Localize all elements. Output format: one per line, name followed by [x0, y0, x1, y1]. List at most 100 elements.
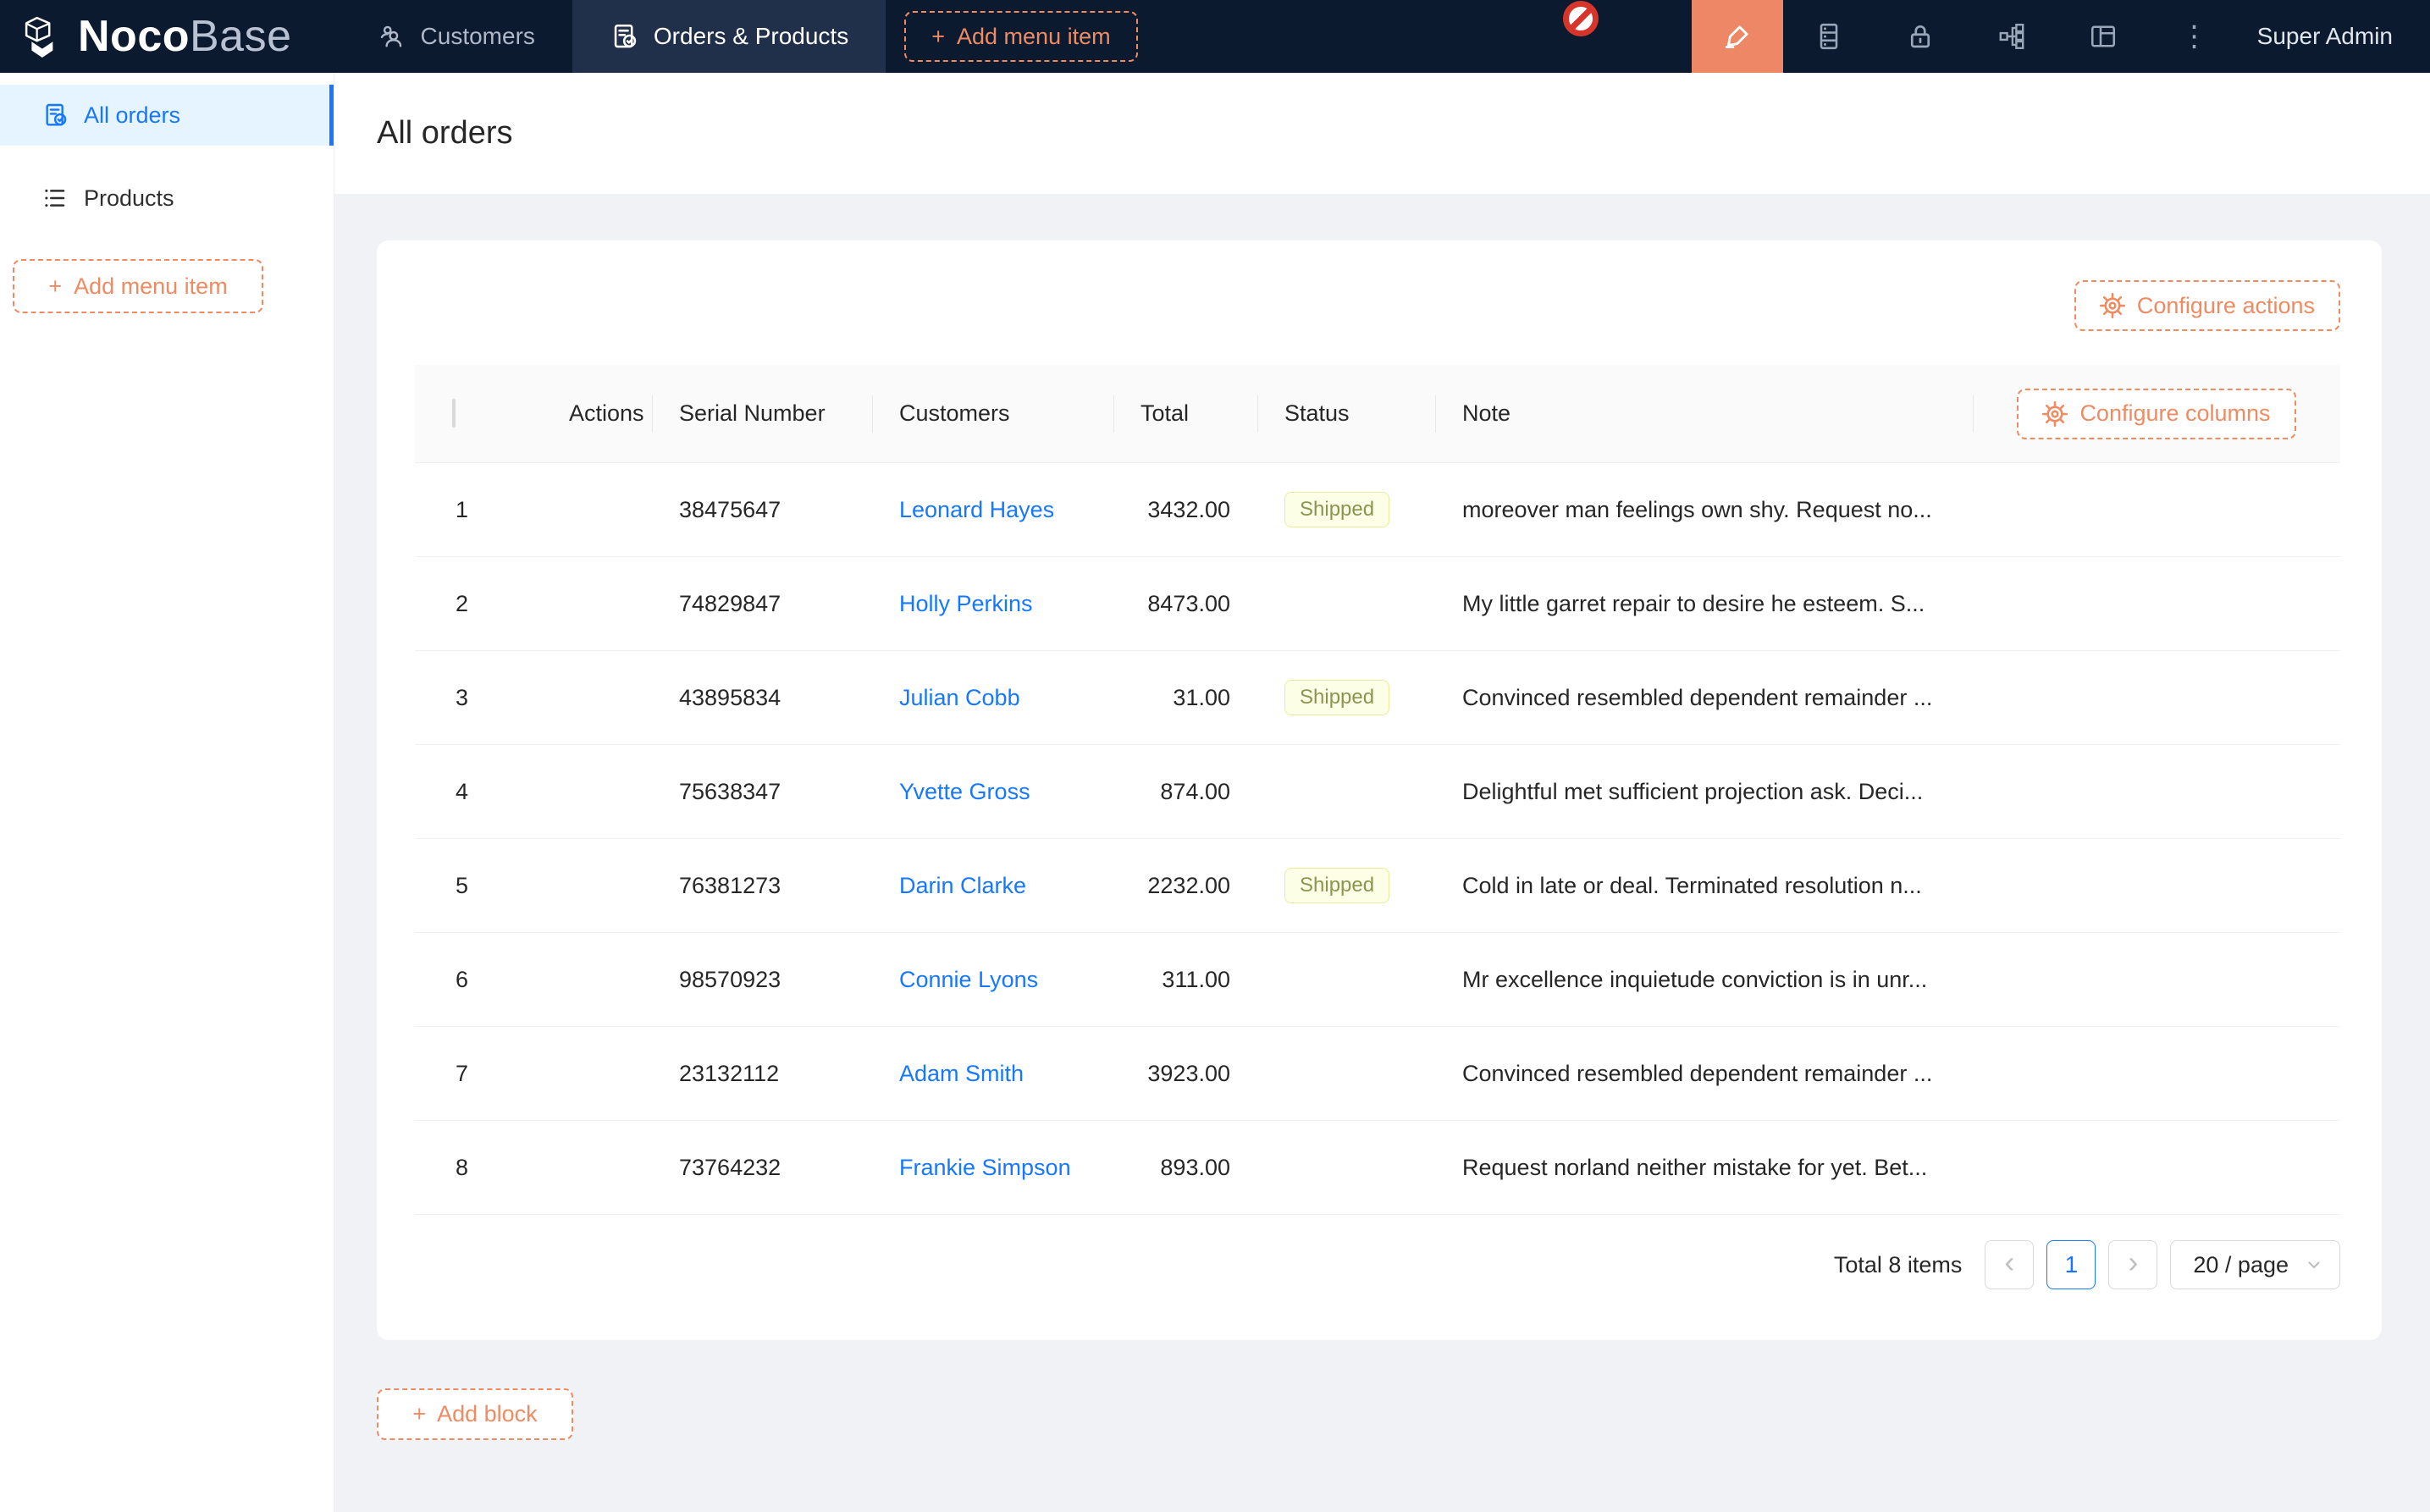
- topbar-menu: Customers Orders & Products: [340, 0, 886, 73]
- row-customer-cell: Yvette Gross: [872, 779, 1113, 805]
- select-all-checkbox[interactable]: [452, 399, 456, 428]
- chevron-right-icon: ›: [2128, 1247, 2138, 1277]
- row-serial-number: 38475647: [652, 497, 872, 523]
- topbar-add-menu-item-button[interactable]: + Add menu item: [904, 11, 1137, 62]
- status-badge: Shipped: [1284, 868, 1389, 904]
- customer-link[interactable]: Darin Clarke: [899, 873, 1026, 898]
- tab-orders-products[interactable]: Orders & Products: [572, 0, 886, 73]
- row-customer-cell: Connie Lyons: [872, 967, 1113, 993]
- page-size-select[interactable]: 20 / page: [2170, 1240, 2340, 1289]
- sidebar-item-label: All orders: [84, 102, 180, 129]
- table-row: 1 38475647 Leonard Hayes 3432.00 Shipped…: [415, 463, 2340, 557]
- sidebar-item-products[interactable]: Products: [0, 170, 334, 226]
- row-index: 2: [415, 591, 542, 617]
- nocobase-logo[interactable]: NocoBase: [0, 0, 292, 73]
- row-serial-number: 43895834: [652, 685, 872, 711]
- row-note: Convinced resembled dependent remainder …: [1435, 685, 1973, 711]
- file-done-icon: [610, 22, 638, 51]
- gear-icon: [2100, 293, 2125, 318]
- row-note: Mr excellence inquietude conviction is i…: [1435, 967, 1973, 993]
- team-icon: [377, 22, 406, 51]
- row-total: 31.00: [1113, 685, 1257, 711]
- row-index: 3: [415, 685, 542, 711]
- pagination-prev-button[interactable]: ‹: [1985, 1240, 2034, 1289]
- row-total: 3432.00: [1113, 497, 1257, 523]
- header-settings-cell: Configure columns: [1973, 389, 2340, 439]
- row-total: 8473.00: [1113, 591, 1257, 617]
- row-status-cell: Shipped: [1257, 680, 1435, 716]
- pagination-page-1[interactable]: 1: [2046, 1240, 2096, 1289]
- row-total: 2232.00: [1113, 873, 1257, 899]
- layout-icon[interactable]: [2057, 0, 2149, 73]
- customer-link[interactable]: Leonard Hayes: [899, 497, 1054, 522]
- column-header-customers: Customers: [872, 400, 1113, 427]
- column-header-total: Total: [1113, 400, 1257, 427]
- main-area: All orders Configure actions: [334, 73, 2430, 1512]
- file-done-icon: [41, 102, 69, 129]
- tab-label: Orders & Products: [654, 23, 848, 50]
- column-header-status: Status: [1257, 400, 1435, 427]
- customer-link[interactable]: Frankie Simpson: [899, 1155, 1071, 1180]
- row-total: 311.00: [1113, 967, 1257, 993]
- ui-editor-icon[interactable]: [1692, 0, 1783, 73]
- page-header: All orders: [334, 73, 2430, 194]
- row-customer-cell: Leonard Hayes: [872, 497, 1113, 523]
- row-note: Convinced resembled dependent remainder …: [1435, 1061, 1973, 1087]
- configure-columns-button[interactable]: Configure columns: [2017, 389, 2295, 439]
- column-header-actions: Actions: [542, 400, 652, 427]
- tab-label: Customers: [421, 23, 535, 50]
- row-serial-number: 23132112: [652, 1061, 872, 1087]
- add-block-button[interactable]: + Add block: [377, 1388, 573, 1440]
- status-badge: Shipped: [1284, 680, 1389, 716]
- customer-link[interactable]: Holly Perkins: [899, 591, 1033, 616]
- more-icon[interactable]: ⋮: [2149, 0, 2240, 73]
- row-index: 6: [415, 967, 542, 993]
- table-row: 6 98570923 Connie Lyons 311.00 Mr excell…: [415, 933, 2340, 1027]
- chevron-down-icon: [2304, 1255, 2324, 1275]
- table-row: 2 74829847 Holly Perkins 8473.00 My litt…: [415, 557, 2340, 651]
- orders-table: Actions Serial Number Customers Total St…: [415, 365, 2340, 1215]
- table-header-row: Actions Serial Number Customers Total St…: [415, 365, 2340, 463]
- row-serial-number: 98570923: [652, 967, 872, 993]
- row-total: 3923.00: [1113, 1061, 1257, 1087]
- row-status-cell: Shipped: [1257, 492, 1435, 528]
- column-header-note: Note: [1435, 400, 1973, 427]
- pagination-next-button[interactable]: ›: [2108, 1240, 2157, 1289]
- table-row: 5 76381273 Darin Clarke 2232.00 Shipped …: [415, 839, 2340, 933]
- row-note: Request norland neither mistake for yet.…: [1435, 1155, 1973, 1181]
- row-total: 874.00: [1113, 779, 1257, 805]
- plus-icon: +: [931, 24, 945, 50]
- row-customer-cell: Frankie Simpson: [872, 1155, 1113, 1181]
- row-index: 1: [415, 497, 542, 523]
- nocobase-logo-text: NocoBase: [78, 11, 292, 62]
- database-icon[interactable]: [1783, 0, 1875, 73]
- row-index: 4: [415, 779, 542, 805]
- header-select-cell: [415, 400, 542, 427]
- configure-actions-button[interactable]: Configure actions: [2074, 280, 2340, 331]
- row-customer-cell: Holly Perkins: [872, 591, 1113, 617]
- not-allowed-cursor-icon: [1563, 1, 1599, 36]
- status-badge: Shipped: [1284, 492, 1389, 528]
- row-serial-number: 76381273: [652, 873, 872, 899]
- workflow-icon[interactable]: [1966, 0, 2057, 73]
- customer-link[interactable]: Connie Lyons: [899, 967, 1038, 992]
- table-block: Configure actions Actions Serial Number …: [377, 240, 2382, 1340]
- customer-link[interactable]: Julian Cobb: [899, 685, 1020, 710]
- pagination-total: Total 8 items: [1834, 1252, 1963, 1278]
- app-screen: NocoBase Customers Orders & Products + A…: [0, 0, 2430, 1512]
- row-serial-number: 74829847: [652, 591, 872, 617]
- tab-customers[interactable]: Customers: [340, 0, 572, 73]
- row-note: My little garret repair to desire he est…: [1435, 591, 1973, 617]
- customer-link[interactable]: Adam Smith: [899, 1061, 1024, 1086]
- sidebar-add-menu-item-button[interactable]: + Add menu item: [13, 259, 263, 313]
- topbar-spacer: [1138, 0, 1692, 73]
- user-menu[interactable]: Super Admin: [2240, 0, 2430, 73]
- table-row: 3 43895834 Julian Cobb 31.00 Shipped Con…: [415, 651, 2340, 745]
- lock-icon[interactable]: [1875, 0, 1966, 73]
- table-row: 7 23132112 Adam Smith 3923.00 Convinced …: [415, 1027, 2340, 1121]
- table-actions-bar: Configure actions: [415, 280, 2340, 331]
- row-note: Cold in late or deal. Terminated resolut…: [1435, 873, 1973, 899]
- sidebar-item-all-orders[interactable]: All orders: [0, 85, 334, 146]
- sidebar: All orders Products + Add menu item: [0, 73, 334, 1512]
- customer-link[interactable]: Yvette Gross: [899, 779, 1030, 804]
